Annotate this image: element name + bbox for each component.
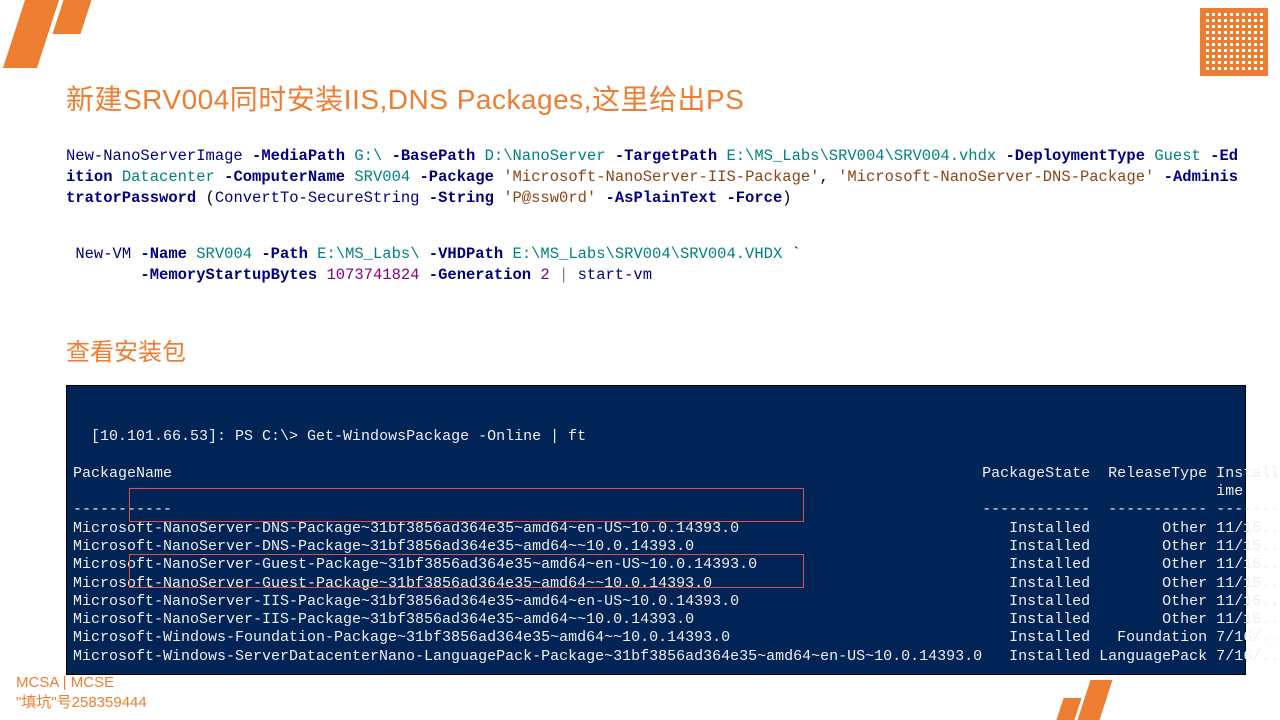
console-row: Microsoft-NanoServer-Guest-Package~31bf3… (73, 556, 1280, 573)
console-row: Microsoft-NanoServer-IIS-Package~31bf385… (73, 593, 1280, 610)
footer-line1: MCSA | MCSE (16, 673, 147, 693)
console-prompt: [10.101.66.53]: PS C:\> Get-WindowsPacka… (91, 428, 586, 445)
console-row: Microsoft-NanoServer-IIS-Package~31bf385… (73, 611, 1280, 628)
console-row: Microsoft-Windows-Foundation-Package~31b… (73, 629, 1280, 646)
code-block-2: New-VM -Name SRV004 -Path E:\MS_Labs\ -V… (66, 223, 1246, 286)
console-output: [10.101.66.53]: PS C:\> Get-WindowsPacka… (66, 385, 1246, 675)
code-block-1: New-NanoServerImage -MediaPath G:\ -Base… (66, 146, 1246, 209)
heading-sub: 查看安装包 (66, 332, 1246, 367)
console-separator: ----------- ------------ ----------- ---… (73, 501, 1280, 518)
footer-line2: "填坑"号258359444 (16, 693, 147, 713)
console-header: PackageName PackageState ReleaseType Ins… (73, 465, 1280, 500)
console-row: Microsoft-NanoServer-DNS-Package~31bf385… (73, 538, 1280, 555)
decoration-bottom (1060, 680, 1120, 720)
console-row: Microsoft-NanoServer-Guest-Package~31bf3… (73, 575, 1280, 592)
qr-code (1200, 8, 1268, 76)
console-row: Microsoft-Windows-ServerDatacenterNano-L… (73, 648, 1280, 665)
decoration-top (0, 0, 100, 68)
footer: MCSA | MCSE "填坑"号258359444 (16, 673, 147, 712)
heading-main: 新建SRV004同时安装IIS,DNS Packages,这里给出PS (66, 78, 1246, 118)
slide-content: 新建SRV004同时安装IIS,DNS Packages,这里给出PS New-… (66, 78, 1246, 675)
console-row: Microsoft-NanoServer-DNS-Package~31bf385… (73, 520, 1280, 537)
